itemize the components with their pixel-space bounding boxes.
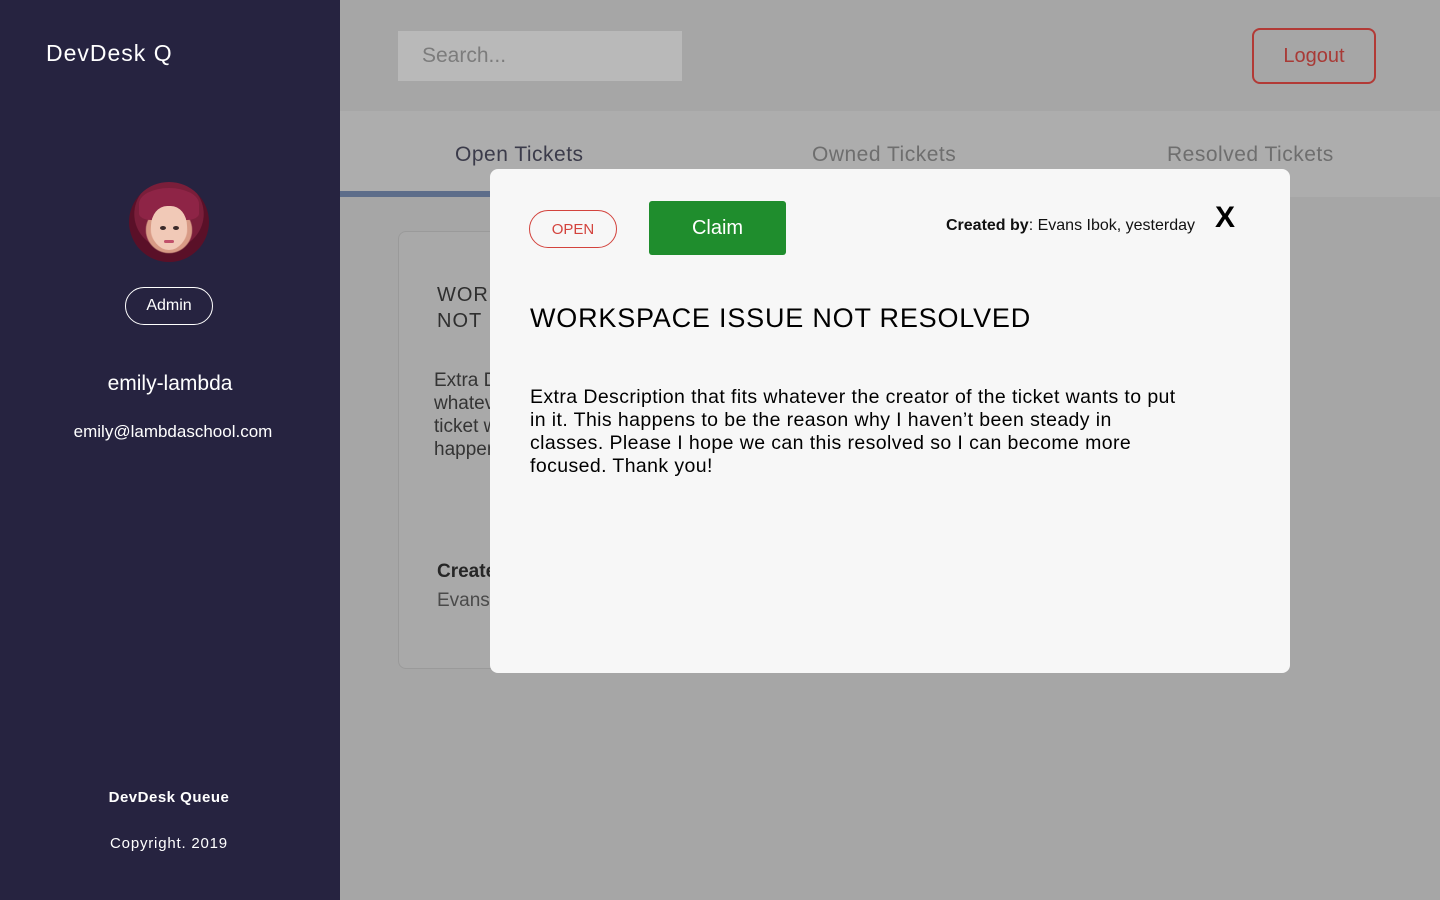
search-input[interactable] [398,31,682,81]
brand-title[interactable]: DevDesk Q [46,40,173,67]
modal-title: WORKSPACE ISSUE NOT RESOLVED [530,303,1032,333]
ticket-modal: OPEN Claim Created by: Evans Ibok, yeste… [490,169,1290,673]
avatar-eye [160,226,166,230]
status-badge: OPEN [529,210,617,248]
close-icon[interactable]: X [1215,201,1235,235]
created-by-label: Created by [946,217,1029,234]
tab-resolved-tickets[interactable]: Resolved Tickets [1167,143,1334,167]
created-by: Created by: Evans Ibok, yesterday [946,217,1195,235]
username: emily-lambda [107,372,233,395]
role-badge: Admin [125,287,213,325]
tab-owned-tickets[interactable]: Owned Tickets [812,143,956,167]
avatar[interactable] [129,182,209,262]
sidebar: DevDesk Q Admin emily-lambda emily@lambd… [0,0,340,900]
tab-open-tickets[interactable]: Open Tickets [455,143,584,167]
modal-description: Extra Description that fits whatever the… [530,386,1176,477]
footer-copyright: Copyright. 2019 [110,835,228,852]
footer-app-name: DevDesk Queue [108,789,230,806]
claim-button[interactable]: Claim [649,201,786,255]
avatar-face [151,206,187,250]
avatar-eye [173,226,179,230]
avatar-mouth [164,240,174,243]
logout-button[interactable]: Logout [1252,28,1376,84]
created-by-value: : Evans Ibok, yesterday [1028,217,1196,234]
user-email: emily@lambdaschool.com [73,422,273,441]
